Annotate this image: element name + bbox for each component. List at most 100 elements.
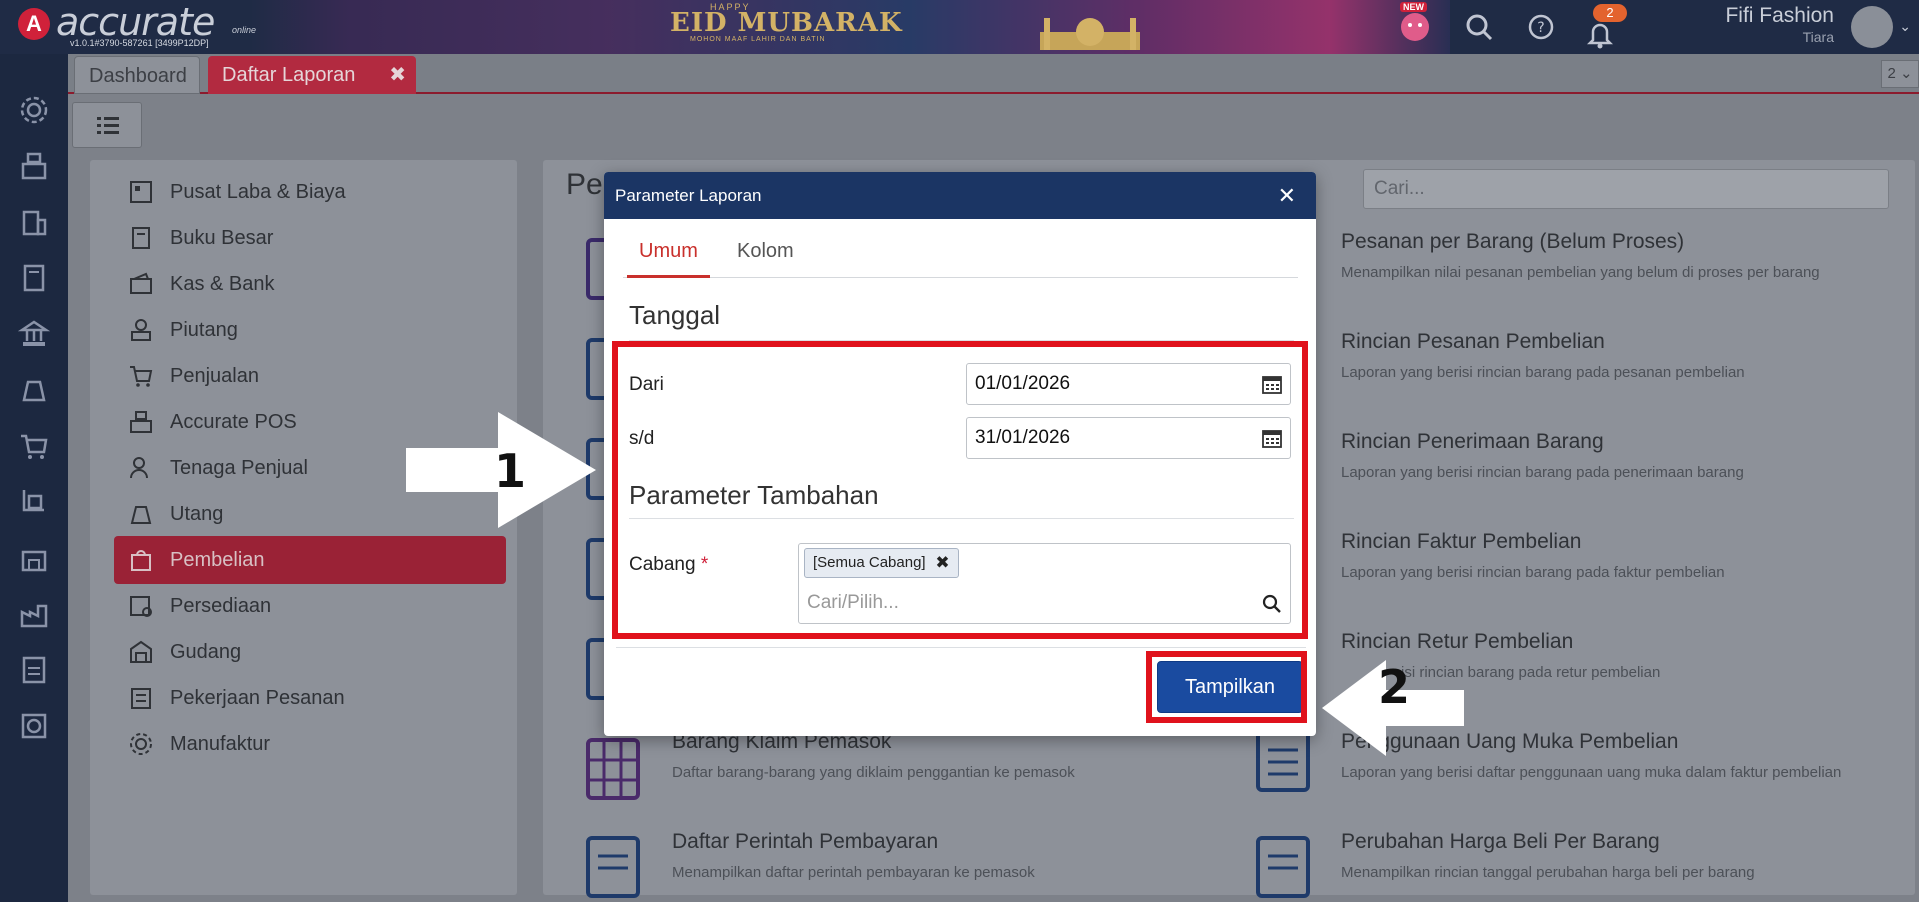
section-tanggal: Tanggal <box>629 300 721 330</box>
building-icon[interactable] <box>18 206 50 238</box>
sidebar-item-label: Gudang <box>170 641 242 663</box>
tab-count-dropdown[interactable]: 2 ⌄ <box>1881 60 1919 88</box>
report-title: Perubahan Harga Beli Per Barang <box>1341 830 1660 853</box>
toolbar <box>68 94 1919 150</box>
sidebar-item-pekerjaan-pesanan[interactable]: Pekerjaan Pesanan <box>114 674 506 722</box>
help-icon[interactable]: ? <box>1526 12 1556 42</box>
sidebar-item-label: Accurate POS <box>170 411 297 433</box>
hand-truck-icon[interactable] <box>18 486 50 518</box>
report-desc: Laporan yang berisi rincian barang pada … <box>1341 464 1744 481</box>
sidebar-item-persediaan[interactable]: Persediaan <box>114 582 506 630</box>
list-view-button[interactable] <box>72 102 142 148</box>
sidebar-item-piutang[interactable]: Piutang <box>114 306 506 354</box>
warehouse-icon[interactable] <box>18 542 50 574</box>
ledger-icon[interactable] <box>18 262 50 294</box>
report-rincian-faktur-pembelian[interactable]: Rincian Faktur Pembelian Laporan yang be… <box>1341 530 1725 581</box>
dialog-title: Parameter Laporan <box>615 186 762 205</box>
factory-icon[interactable] <box>18 598 50 630</box>
receivable-icon <box>131 319 151 341</box>
close-icon[interactable]: ✖ <box>389 56 406 94</box>
report-perubahan-harga-beli[interactable]: Perubahan Harga Beli Per Barang Menampil… <box>1341 830 1755 881</box>
search-icon[interactable] <box>1464 12 1494 42</box>
app-version: v1.0.1#3790-587261 [3499P12DP] <box>70 38 209 48</box>
report-desc: Laporan yang berisi daftar penggunaan ua… <box>1341 764 1842 781</box>
bell-icon[interactable] <box>1585 20 1615 50</box>
report-desc: Laporan yang berisi rincian barang pada … <box>1341 564 1725 581</box>
tab-bar: Dashboard Daftar Laporan ✖ 2 ⌄ <box>68 54 1919 94</box>
ledger-icon <box>132 227 150 249</box>
purchase-bag-icon <box>131 550 151 571</box>
close-icon[interactable]: ✕ <box>1278 172 1296 219</box>
document-icon <box>1256 836 1310 898</box>
report-title: Rincian Penerimaan Barang <box>1341 430 1604 453</box>
report-desc: Menampilkan nilai pesanan pembelian yang… <box>1341 264 1820 281</box>
sidebar-item-kas-bank[interactable]: Kas & Bank <box>114 260 506 308</box>
report-pesanan-per-barang[interactable]: Pesanan per Barang (Belum Proses) Menamp… <box>1341 230 1820 281</box>
report-chart-icon[interactable] <box>18 710 50 742</box>
gear-icon[interactable] <box>18 94 50 126</box>
chevron-down-icon[interactable]: ⌄ <box>1899 18 1911 35</box>
banner-subtitle: MOHON MAAF LAHIR DAN BATIN <box>690 36 826 43</box>
report-barang-klaim-pemasok[interactable]: Barang Klaim Pemasok Daftar barang-baran… <box>672 730 1075 781</box>
dialog-header: Parameter Laporan ✕ <box>604 172 1316 219</box>
report-title: Pesanan per Barang (Belum Proses) <box>1341 230 1685 253</box>
new-feature-icon[interactable] <box>1398 8 1432 42</box>
sidebar-item-label: Persediaan <box>170 595 272 617</box>
document-icon <box>586 836 640 898</box>
sidebar-item-buku-besar[interactable]: Buku Besar <box>114 214 506 262</box>
report-title: Rincian Faktur Pembelian <box>1341 530 1582 553</box>
report-daftar-perintah-pembayaran[interactable]: Daftar Perintah Pembayaran Menampilkan d… <box>672 830 1035 881</box>
sidebar-item-gudang[interactable]: Gudang <box>114 628 506 676</box>
report-rincian-penerimaan-barang[interactable]: Rincian Penerimaan Barang Laporan yang b… <box>1341 430 1744 481</box>
user-name[interactable]: Tiara <box>1803 29 1834 45</box>
tab-umum[interactable]: Umum <box>627 234 710 278</box>
salesperson-icon <box>130 457 148 479</box>
tab-kolom[interactable]: Kolom <box>725 234 806 278</box>
cart-icon[interactable] <box>18 430 50 462</box>
report-desc: Menampilkan daftar perintah pembayaran k… <box>672 864 1035 881</box>
tax-icon[interactable] <box>18 654 50 686</box>
annotation-highlight-form <box>612 341 1308 639</box>
cart-icon <box>130 366 153 387</box>
report-rincian-pesanan-pembelian[interactable]: Rincian Pesanan Pembelian Laporan yang b… <box>1341 330 1745 381</box>
svg-text:?: ? <box>1537 20 1544 36</box>
list-icon <box>97 117 119 134</box>
annotation-step-1: 1 <box>494 444 527 498</box>
logo-online: online <box>232 25 257 35</box>
bank-icon[interactable] <box>18 318 50 350</box>
money-bag-icon[interactable] <box>18 374 50 406</box>
top-bar: HAPPY EID MUBARAK MOHON MAAF LAHIR DAN B… <box>0 0 1919 54</box>
sidebar-item-label: Manufaktur <box>170 733 271 755</box>
sidebar-item-label: Piutang <box>170 319 238 341</box>
sidebar-item-pusat-laba-biaya[interactable]: Pusat Laba & Biaya <box>114 168 506 216</box>
grid-report-icon <box>586 738 640 800</box>
report-search-input[interactable]: Cari... <box>1363 169 1889 209</box>
logo-icon[interactable]: A <box>18 8 50 40</box>
report-title: Rincian Retur Pembelian <box>1341 630 1574 653</box>
report-title: Daftar Perintah Pembayaran <box>672 830 939 853</box>
page-title: Pe <box>566 168 603 201</box>
sidebar-item-label: Utang <box>170 503 224 525</box>
sidebar-item-manufaktur[interactable]: Manufaktur <box>114 720 506 768</box>
module-rail <box>0 54 68 902</box>
tab-label: Daftar Laporan <box>222 64 356 86</box>
dialog-tabs: Umum Kolom <box>623 234 1298 278</box>
work-order-icon <box>131 688 151 709</box>
warehouse-icon <box>130 640 152 663</box>
tab-daftar-laporan[interactable]: Daftar Laporan ✖ <box>208 56 416 94</box>
avatar[interactable] <box>1851 6 1893 48</box>
cash-register-icon[interactable] <box>18 150 50 182</box>
manufacturing-icon <box>130 733 152 755</box>
sidebar-item-penjualan[interactable]: Penjualan <box>114 352 506 400</box>
cash-register-icon <box>130 411 152 433</box>
report-title: Rincian Pesanan Pembelian <box>1341 330 1605 353</box>
report-desc: Laporan yang berisi rincian barang pada … <box>1341 364 1745 381</box>
report-desc: Daftar barang-barang yang diklaim pengga… <box>672 764 1075 781</box>
sidebar-item-label: Buku Besar <box>170 227 274 249</box>
notification-count: 2 <box>1593 4 1627 22</box>
tab-dashboard[interactable]: Dashboard <box>74 56 200 94</box>
sidebar-item-label: Pembelian <box>170 549 265 571</box>
company-name[interactable]: Fifi Fashion <box>1725 4 1834 28</box>
divider <box>616 647 1306 648</box>
sidebar-item-pembelian[interactable]: Pembelian <box>114 536 506 584</box>
